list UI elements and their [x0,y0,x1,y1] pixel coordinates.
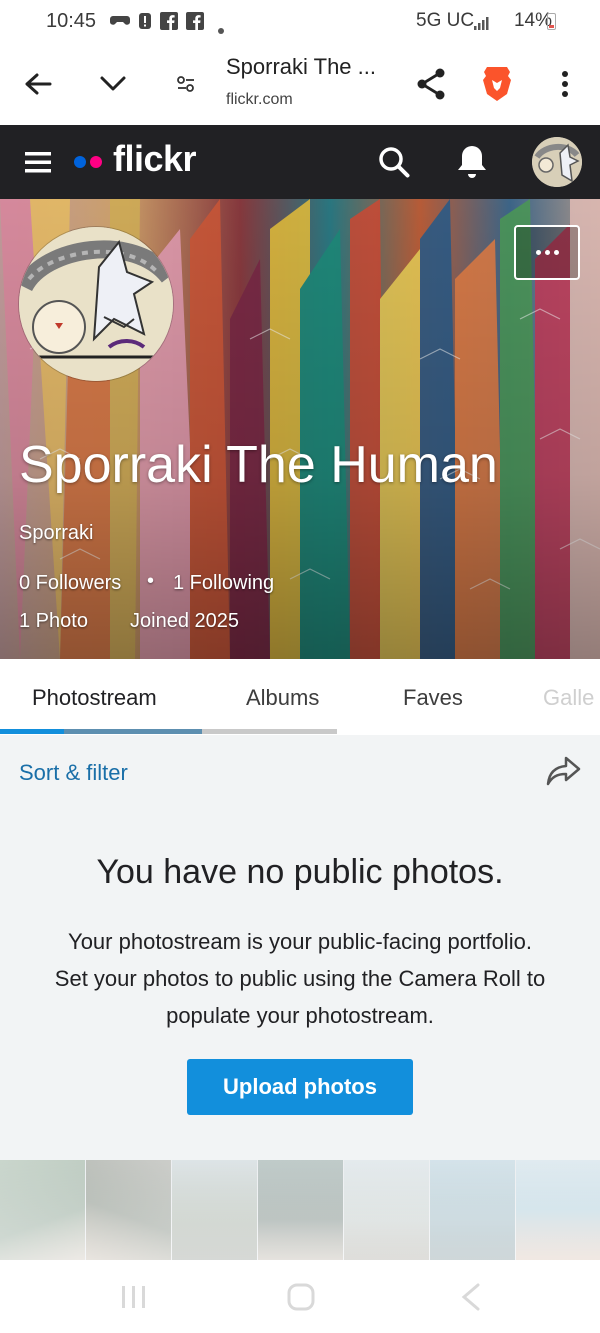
profile-avatar[interactable] [19,227,173,381]
followers-count[interactable]: 0 Followers [19,572,121,595]
bell-icon[interactable] [455,143,489,186]
logo-pink-dot [90,156,102,168]
flickr-logo[interactable]: flickr [113,138,197,180]
dot-icon [553,250,559,255]
tab-track [202,729,337,734]
status-bar: 10:45 5G UC 14% [0,0,600,44]
gamepad-icon [110,12,130,34]
share-icon[interactable] [411,64,451,104]
photostream-content: Sort & filter You have no public photos.… [0,735,600,1160]
alert-icon [138,12,152,36]
profile-cover: Sporraki The Human Sporraki 0 Followers … [0,199,600,659]
back-nav-icon[interactable] [460,1283,482,1316]
browser-toolbar: Sporraki The ... flickr.com [0,44,600,125]
empty-state-line-3: populate your photostream. [166,1003,434,1028]
tune-icon[interactable] [166,64,206,104]
android-navigation-bar [0,1260,600,1333]
logo-blue-dot [74,156,86,168]
status-time: 10:45 [46,10,97,32]
flickr-navbar: flickr [0,125,600,199]
share-arrow-icon[interactable] [546,755,582,792]
sort-filter-link[interactable]: Sort & filter [19,760,128,786]
signal-icon [474,14,492,36]
upload-photos-button[interactable]: Upload photos [187,1059,413,1115]
recent-apps-icon[interactable] [120,1284,148,1315]
battery-icon [547,13,556,30]
dot-icon [544,250,550,255]
profile-username: Sporraki [19,522,94,544]
back-arrow-icon[interactable] [18,64,58,104]
avatar[interactable] [532,137,582,187]
profile-display-name: Sporraki The Human [19,436,498,494]
dot-icon [535,250,541,255]
strip-fade-overlay [0,1160,600,1260]
empty-state-title: You have no public photos. [96,853,504,891]
tab-progress-indicator [64,729,202,734]
menu-icon[interactable] [25,150,51,179]
sample-photo-strip [0,1160,600,1260]
active-tab-indicator [0,729,64,734]
empty-state-description: Your photostream is your public-facing p… [20,923,580,1034]
empty-state-line-2: Set your photos to public using the Came… [54,966,546,991]
notification-dot-icon [218,18,224,40]
tab-photostream[interactable]: Photostream [32,685,157,711]
chevron-down-icon[interactable] [93,64,133,104]
more-options-button[interactable] [514,225,580,280]
tab-albums[interactable]: Albums [246,685,319,711]
tab-faves[interactable]: Faves [403,685,463,711]
search-icon[interactable] [377,145,411,184]
facebook-icon-2 [186,12,204,36]
joined-date: Joined 2025 [130,610,239,632]
following-count[interactable]: 1 Following [173,572,274,595]
brave-lion-icon[interactable] [477,64,517,104]
home-icon[interactable] [287,1283,315,1316]
facebook-icon [160,12,178,36]
empty-state-line-1: Your photostream is your public-facing p… [68,929,532,954]
photo-count: 1 Photo [19,610,88,632]
tab-galleries[interactable]: Galle [543,685,594,711]
tab-title[interactable]: Sporraki The ... [226,54,376,80]
page-url[interactable]: flickr.com [226,91,293,109]
network-label: 5G UC [416,10,475,31]
more-vertical-icon[interactable] [545,64,585,104]
profile-tabs: Photostream Albums Faves Galle [0,659,600,736]
separator-dot: • [147,570,155,592]
